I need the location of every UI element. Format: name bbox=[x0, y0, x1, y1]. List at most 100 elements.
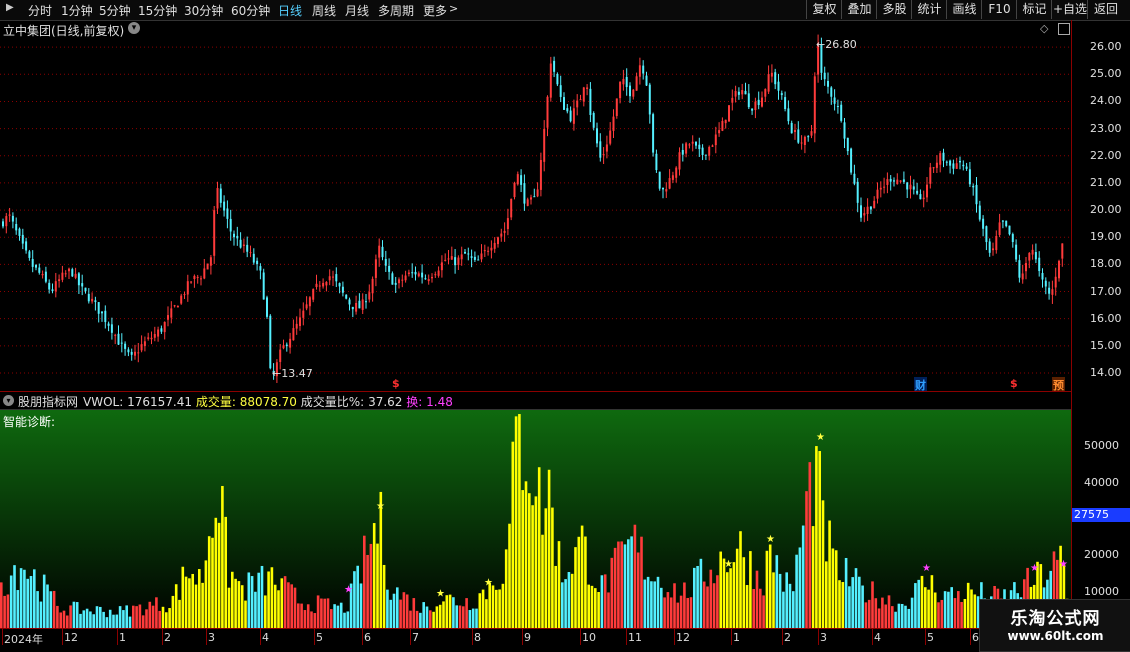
tab-period-60min[interactable]: 60分钟 bbox=[231, 2, 270, 19]
volume-bar bbox=[36, 591, 39, 628]
candle bbox=[965, 162, 968, 171]
date-tick bbox=[62, 629, 63, 645]
candle bbox=[170, 301, 173, 324]
menu-chevron-icon[interactable]: ▶ bbox=[6, 2, 14, 13]
date-tick-label: 12 bbox=[64, 631, 78, 644]
date-tick-label: 8 bbox=[474, 631, 481, 644]
candle bbox=[506, 208, 509, 236]
f10-button[interactable]: F10 bbox=[981, 0, 1017, 19]
tab-period-1min[interactable]: 1分钟 bbox=[61, 2, 93, 19]
multi-stock-button[interactable]: 多股 bbox=[876, 0, 912, 19]
candle bbox=[955, 157, 958, 169]
volume-bar bbox=[600, 575, 604, 628]
volume-bar bbox=[181, 566, 185, 628]
tab-period-weekly[interactable]: 周线 bbox=[312, 2, 336, 19]
tab-period-5min[interactable]: 5分钟 bbox=[99, 2, 131, 19]
more-chevron-icon[interactable]: > bbox=[449, 2, 458, 15]
volume-bar bbox=[237, 581, 241, 628]
candle bbox=[500, 228, 503, 242]
star-icon: ★ bbox=[766, 534, 775, 545]
date-tick-label: 5 bbox=[316, 631, 323, 644]
candle bbox=[896, 173, 899, 185]
star-icon: ★ bbox=[724, 559, 733, 570]
candle bbox=[328, 269, 331, 286]
star-icon: ★ bbox=[922, 563, 931, 574]
candle bbox=[800, 135, 803, 150]
marker-dollar[interactable]: $ bbox=[392, 377, 400, 390]
candle bbox=[1015, 239, 1018, 263]
volume-bar bbox=[960, 601, 963, 628]
volume-bar bbox=[82, 610, 86, 628]
candle bbox=[632, 88, 635, 100]
candle bbox=[457, 255, 460, 271]
draw-line-button[interactable]: 画线 bbox=[946, 0, 982, 19]
candle bbox=[368, 284, 371, 303]
candle bbox=[1034, 243, 1037, 264]
volume-bar bbox=[306, 604, 310, 628]
candle bbox=[596, 122, 598, 148]
add-watchlist-button[interactable]: +自选 bbox=[1051, 0, 1088, 19]
candle bbox=[876, 182, 879, 204]
candle bbox=[464, 249, 466, 254]
star-icon: ★ bbox=[376, 501, 385, 512]
tab-period-fenshi[interactable]: 分时 bbox=[28, 2, 52, 19]
volume-bar bbox=[429, 610, 432, 628]
volume-bar bbox=[623, 544, 627, 628]
volume-bar bbox=[742, 557, 746, 628]
date-tick-label: 2 bbox=[164, 631, 171, 644]
volume-bar bbox=[379, 491, 383, 628]
volume-bar bbox=[825, 561, 828, 628]
volume-bar bbox=[871, 581, 874, 628]
volume-bar bbox=[178, 599, 181, 628]
tab-period-more[interactable]: 更多 bbox=[423, 2, 447, 19]
indicator-dropdown-icon[interactable]: ▾ bbox=[3, 395, 14, 406]
volume-bar bbox=[402, 592, 406, 628]
volume-bar bbox=[481, 589, 485, 628]
overlay-button[interactable]: 叠加 bbox=[841, 0, 877, 19]
marker-dollar[interactable]: $ bbox=[1010, 377, 1018, 390]
volume-bar bbox=[514, 416, 518, 628]
candle bbox=[147, 332, 150, 341]
candle bbox=[414, 266, 417, 281]
indicator-params: VWOL: 176157.41 成交量: 88078.70 成交量比%: 37.… bbox=[83, 395, 453, 409]
candlestick-chart[interactable] bbox=[0, 20, 1071, 392]
volume-chart[interactable]: ★ ★ ★ ★ ★ ★ ★ ★ ★ ★ bbox=[0, 410, 1071, 628]
candle bbox=[1061, 243, 1064, 267]
volume-bar bbox=[207, 536, 211, 628]
volume-bar bbox=[891, 606, 894, 628]
tab-period-daily[interactable]: 日线 bbox=[278, 2, 302, 19]
indicator-name[interactable]: 股朋指标网 bbox=[18, 393, 78, 410]
candle bbox=[949, 159, 952, 174]
mark-button[interactable]: 标记 bbox=[1016, 0, 1052, 19]
volume-bar bbox=[165, 612, 168, 628]
tab-period-multi[interactable]: 多周期 bbox=[378, 2, 414, 19]
back-button[interactable]: 返回 bbox=[1087, 0, 1124, 19]
volume-bar bbox=[693, 567, 696, 628]
candle bbox=[846, 137, 849, 156]
candle bbox=[625, 68, 628, 96]
candle bbox=[31, 250, 34, 273]
volume-bar bbox=[679, 595, 683, 628]
volume-bar bbox=[105, 617, 109, 628]
tab-period-30min[interactable]: 30分钟 bbox=[184, 2, 223, 19]
volume-bar bbox=[217, 522, 221, 628]
candle bbox=[348, 297, 351, 311]
volume-bar bbox=[831, 548, 835, 628]
statistics-button[interactable]: 统计 bbox=[911, 0, 947, 19]
tab-period-15min[interactable]: 15分钟 bbox=[138, 2, 177, 19]
candle bbox=[167, 306, 169, 327]
volume-bar bbox=[910, 597, 914, 628]
volume-bar bbox=[811, 526, 815, 628]
tab-period-monthly[interactable]: 月线 bbox=[345, 2, 369, 19]
candle bbox=[358, 293, 361, 309]
candle bbox=[44, 266, 47, 284]
volume-bar bbox=[316, 595, 320, 628]
candle bbox=[480, 244, 483, 263]
date-tick bbox=[362, 629, 363, 645]
candle bbox=[407, 269, 410, 277]
candle bbox=[605, 135, 608, 159]
volume-bar bbox=[877, 608, 881, 628]
candle bbox=[68, 267, 70, 280]
volume-bar bbox=[320, 598, 323, 628]
fuquan-button[interactable]: 复权 bbox=[806, 0, 842, 19]
